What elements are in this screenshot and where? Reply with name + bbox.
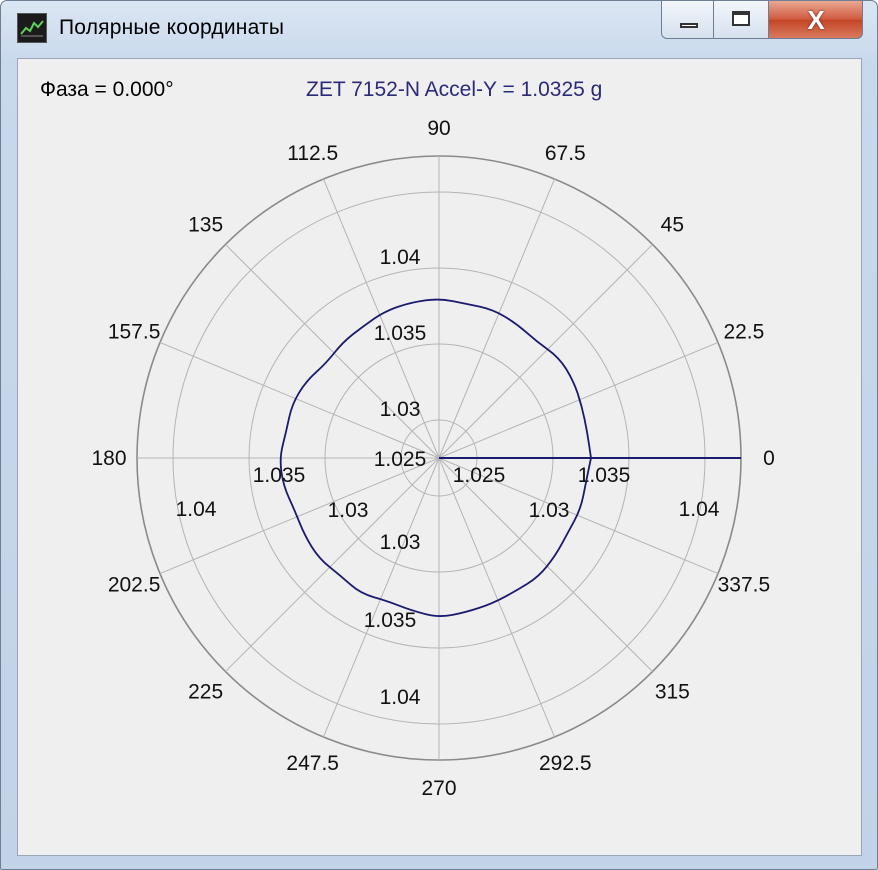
grid-spoke-2: [438, 244, 653, 459]
grid-spoke-3: [438, 178, 556, 459]
angle-label-247.5: 247.5: [286, 752, 339, 775]
angle-label-337.5: 337.5: [718, 573, 771, 596]
plot-area: Фаза = 0.000° ZET 7152-N Accel-Y = 1.032…: [17, 58, 862, 856]
radial-label-down-2: 1.04: [380, 686, 421, 709]
minimize-icon: [680, 23, 698, 28]
angle-label-45: 45: [661, 214, 684, 237]
angle-label-67.5: 67.5: [545, 142, 586, 165]
polar-window: Полярные координаты X Фаза = 0.000° ZET …: [0, 0, 878, 870]
polar-chart: Фаза = 0.000° ZET 7152-N Accel-Y = 1.032…: [40, 78, 775, 800]
window-title: Полярные координаты: [59, 16, 285, 39]
angle-label-22.5: 22.5: [723, 321, 764, 344]
angle-label-270: 270: [421, 777, 456, 800]
angle-label-292.5: 292.5: [539, 752, 592, 775]
angle-label-157.5: 157.5: [108, 321, 161, 344]
angle-label-112.5: 112.5: [287, 142, 338, 165]
maximize-button[interactable]: [714, 1, 769, 39]
radial-label-right-2: 1.04: [679, 498, 720, 521]
grid-spoke-10: [225, 457, 440, 672]
radial-label-lower_right-0: 1.03: [529, 499, 570, 522]
angle-label-135: 135: [188, 214, 223, 237]
angle-label-90: 90: [427, 117, 450, 140]
angle-label-0: 0: [763, 447, 775, 470]
radial-label-down-0: 1.03: [380, 531, 421, 554]
channel-readout: ZET 7152-N Accel-Y = 1.0325 g: [306, 78, 602, 101]
close-icon: X: [807, 5, 825, 35]
app-chart-icon: [17, 13, 47, 43]
radial-label-up-1: 1.03: [380, 398, 421, 421]
grid-spoke-14: [438, 457, 653, 672]
maximize-icon: [732, 11, 750, 26]
angle-label-315: 315: [655, 680, 690, 703]
angle-label-225: 225: [188, 680, 223, 703]
radial-label-up-2: 1.035: [374, 322, 427, 345]
radial-label-right-0: 1.025: [453, 464, 506, 487]
title-bar[interactable]: Полярные координаты X: [1, 1, 877, 53]
grid-spoke-6: [225, 244, 440, 459]
radial-label-lower_left-0: 1.03: [328, 499, 369, 522]
angle-label-180: 180: [91, 447, 126, 470]
radial-label-left-1: 1.04: [176, 498, 217, 521]
radial-label-up-0: 1.025: [374, 448, 427, 471]
grid-spoke-1: [438, 341, 719, 459]
phase-readout: Фаза = 0.000°: [40, 78, 174, 101]
angle-label-202.5: 202.5: [108, 573, 161, 596]
radial-label-left-0: 1.035: [253, 464, 306, 487]
radial-label-down-1: 1.035: [364, 609, 417, 632]
minimize-button[interactable]: [661, 1, 714, 39]
radial-label-up-3: 1.04: [380, 246, 421, 269]
close-button[interactable]: X: [769, 1, 863, 39]
